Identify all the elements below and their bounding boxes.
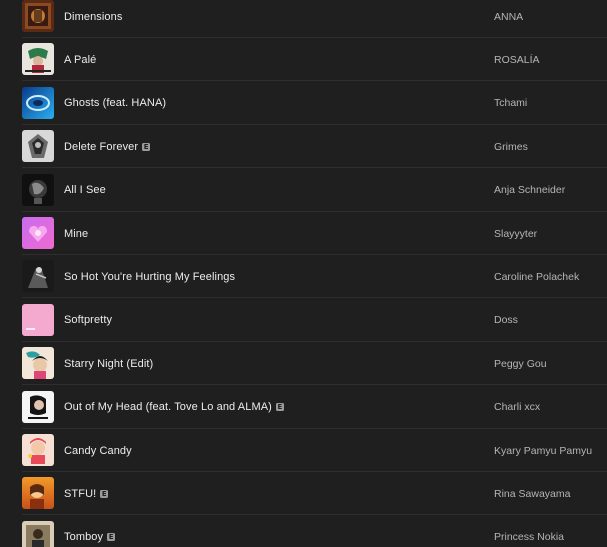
album-art-softpretty-icon (22, 303, 54, 336)
track-row[interactable]: A Palé ROSALÍA (0, 38, 607, 82)
album-art-out-of-my-head-icon (22, 390, 54, 423)
explicit-badge-icon: E (275, 403, 284, 412)
track-row[interactable]: Mine Slayyyter (0, 212, 607, 255)
track-row[interactable]: Starry Night (Edit) Peggy Gou (0, 342, 607, 386)
track-row[interactable]: Tomboy E Princess Nokia (0, 516, 607, 547)
album-art-starry-night-icon (22, 347, 54, 380)
track-artist[interactable]: ROSALÍA (494, 38, 540, 81)
album-art-stfu-icon (22, 477, 54, 510)
track-row[interactable]: Candy Candy Kyary Pamyu Pamyu (0, 429, 607, 472)
track-title[interactable]: All I See (64, 184, 106, 196)
track-list: Dimensions ANNA A Palé ROSALÍA Ghosts (f… (0, 0, 607, 547)
album-art-ghosts-icon (22, 86, 54, 119)
track-row[interactable]: Ghosts (feat. HANA) Tchami (0, 82, 607, 125)
track-title[interactable]: Candy Candy (64, 445, 132, 457)
track-title[interactable]: So Hot You're Hurting My Feelings (64, 271, 235, 283)
track-artist[interactable]: Anja Schneider (494, 169, 565, 212)
album-art-a-pale-icon (22, 43, 54, 76)
track-artist[interactable]: Peggy Gou (494, 342, 547, 385)
track-artist[interactable]: Princess Nokia (494, 516, 564, 547)
explicit-badge-icon: E (142, 142, 151, 151)
track-title[interactable]: Starry Night (Edit) (64, 358, 153, 370)
track-title[interactable]: Ghosts (feat. HANA) (64, 97, 166, 109)
track-artist[interactable]: Kyary Pamyu Pamyu (494, 429, 592, 472)
album-art-dimensions-icon (22, 0, 54, 32)
track-row[interactable]: Out of My Head (feat. Tove Lo and ALMA) … (0, 386, 607, 429)
album-art-mine-icon (22, 217, 54, 249)
track-row[interactable]: Delete Forever E Grimes (0, 125, 607, 169)
album-art-tomboy-icon (22, 520, 54, 547)
track-artist[interactable]: ANNA (494, 0, 523, 38)
album-art-all-i-see-icon (22, 173, 54, 206)
track-artist[interactable]: Charli xcx (494, 386, 540, 429)
track-title[interactable]: Dimensions (64, 11, 122, 23)
track-title[interactable]: Tomboy (64, 531, 103, 543)
track-row[interactable]: STFU! E Rina Sawayama (0, 472, 607, 516)
explicit-badge-icon: E (100, 489, 109, 498)
explicit-badge-icon: E (107, 533, 116, 542)
track-title[interactable]: A Palé (64, 54, 96, 66)
track-title[interactable]: STFU! (64, 488, 96, 500)
track-title[interactable]: Delete Forever (64, 141, 138, 153)
track-title[interactable]: Softpretty (64, 314, 112, 326)
track-artist[interactable]: Slayyyter (494, 212, 537, 255)
track-artist[interactable]: Doss (494, 299, 518, 342)
album-art-so-hot-icon (22, 260, 54, 293)
track-artist[interactable]: Grimes (494, 125, 528, 168)
track-row[interactable]: Softpretty Doss (0, 299, 607, 342)
album-art-candy-candy-icon (22, 434, 54, 466)
track-title[interactable]: Mine (64, 228, 88, 240)
track-artist[interactable]: Caroline Polachek (494, 255, 579, 298)
track-artist[interactable]: Tchami (494, 82, 527, 125)
track-row[interactable]: So Hot You're Hurting My Feelings Caroli… (0, 255, 607, 299)
track-title[interactable]: Out of My Head (feat. Tove Lo and ALMA) (64, 401, 272, 413)
track-row[interactable]: All I See Anja Schneider (0, 169, 607, 212)
track-row[interactable]: Dimensions ANNA (0, 0, 607, 38)
track-artist[interactable]: Rina Sawayama (494, 472, 570, 515)
album-art-delete-forever-icon (22, 130, 54, 163)
